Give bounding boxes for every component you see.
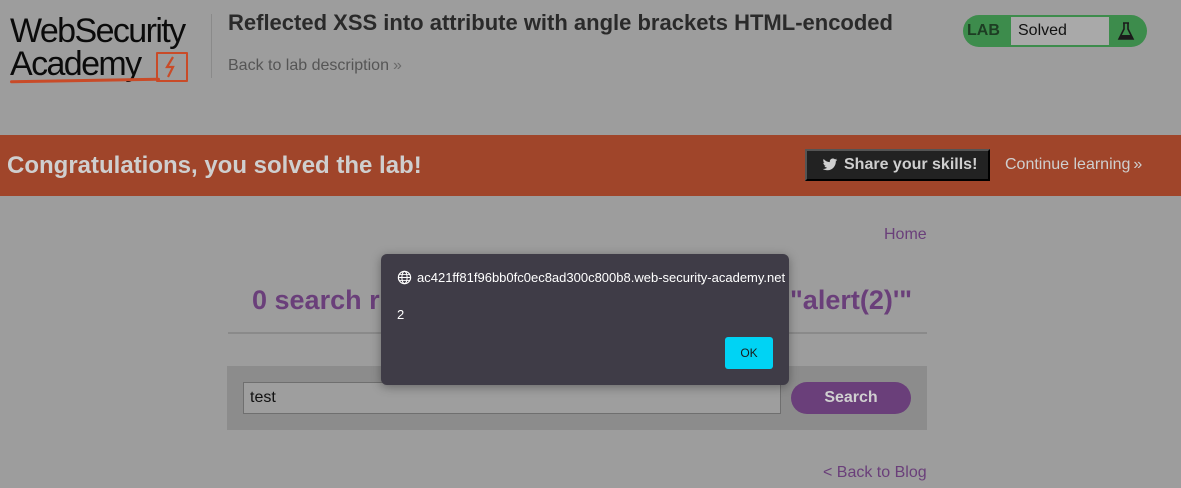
lab-status-badge: LAB Solved — [963, 15, 1147, 47]
page-header: WebSecurity Academy Reflected XSS into a… — [0, 0, 1181, 135]
back-to-blog-link[interactable]: < Back to Blog — [823, 464, 927, 482]
logo-lightning-icon — [156, 52, 188, 82]
globe-icon — [397, 270, 412, 285]
alert-dialog: ac421ff81f96bb0fc0ec8ad300c800b8.web-sec… — [381, 254, 789, 385]
web-security-academy-logo[interactable]: WebSecurity Academy — [9, 12, 210, 86]
dialog-origin: ac421ff81f96bb0fc0ec8ad300c800b8.web-sec… — [397, 270, 785, 285]
share-your-skills-button[interactable]: Share your skills! — [805, 149, 990, 181]
dialog-origin-url: ac421ff81f96bb0fc0ec8ad300c800b8.web-sec… — [417, 270, 786, 285]
ok-button[interactable]: OK — [725, 337, 773, 369]
back-to-lab-description-link[interactable]: Back to lab description» — [228, 57, 402, 75]
lab-status-value: Solved — [1011, 17, 1109, 45]
search-button[interactable]: Search — [791, 382, 911, 414]
home-link[interactable]: Home — [884, 226, 927, 244]
search-input[interactable] — [243, 382, 781, 414]
dialog-message: 2 — [397, 307, 405, 322]
header-divider — [211, 14, 212, 78]
double-chevron-right-icon: » — [392, 57, 402, 74]
lab-title: Reflected XSS into attribute with angle … — [228, 10, 893, 35]
continue-learning-link[interactable]: Continue learning» — [1005, 156, 1142, 174]
back-to-lab-description-label: Back to lab description — [228, 57, 389, 74]
continue-learning-label: Continue learning — [1005, 156, 1131, 173]
double-chevron-right-icon: » — [1133, 156, 1142, 173]
results-heading-end: "alert(2)'" — [790, 285, 913, 315]
logo-text-line2: Academy — [10, 45, 142, 83]
lab-status-tag: LAB — [967, 22, 1000, 39]
results-heading-start: 0 search r — [252, 285, 380, 315]
solved-message: Congratulations, you solved the lab! — [7, 152, 422, 179]
twitter-icon — [822, 158, 838, 171]
share-your-skills-label: Share your skills! — [844, 156, 978, 173]
solved-banner: Congratulations, you solved the lab! Sha… — [0, 135, 1181, 196]
flask-icon — [1111, 17, 1141, 45]
logo-text-line1: WebSecurity — [10, 12, 186, 50]
